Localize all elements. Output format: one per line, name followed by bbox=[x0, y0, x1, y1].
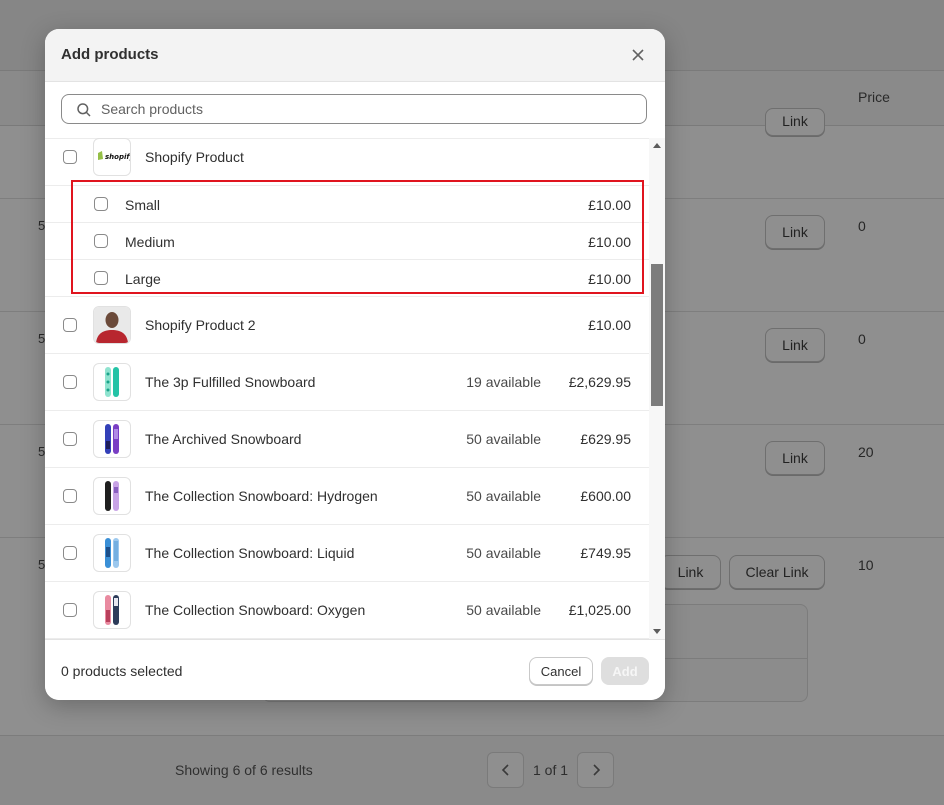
row-price: 0 bbox=[858, 331, 866, 347]
product-price: £1,025.00 bbox=[568, 602, 631, 618]
availability-text: 50 available bbox=[466, 602, 541, 618]
product-checkbox[interactable] bbox=[63, 150, 77, 164]
product-checkbox[interactable] bbox=[63, 546, 77, 560]
variant-checkbox[interactable] bbox=[94, 197, 108, 211]
availability-text: 50 available bbox=[466, 545, 541, 561]
snowboard-black-lilac-icon bbox=[93, 477, 131, 515]
product-price: £629.95 bbox=[580, 431, 631, 447]
shopify-logo-icon: shopify bbox=[93, 138, 131, 176]
selected-count: 0 products selected bbox=[61, 663, 183, 679]
page-indicator: 1 of 1 bbox=[533, 762, 569, 778]
row-price: 0 bbox=[858, 218, 866, 234]
modal-footer: 0 products selected Cancel Add bbox=[45, 639, 665, 700]
product-price: £2,629.95 bbox=[568, 374, 631, 390]
product-checkbox[interactable] bbox=[63, 318, 77, 332]
close-icon[interactable] bbox=[630, 47, 646, 63]
chevron-left-icon bbox=[501, 764, 509, 776]
product-row-collection-oxygen[interactable]: The Collection Snowboard: Oxygen 50 avai… bbox=[45, 582, 649, 639]
variant-name: Medium bbox=[125, 234, 175, 250]
price-column-header: Price bbox=[858, 89, 890, 105]
product-row-shopify-product[interactable]: shopify Shopify Product bbox=[45, 138, 649, 186]
availability-text: 50 available bbox=[466, 488, 541, 504]
scroll-up-arrow-icon[interactable] bbox=[653, 143, 661, 148]
availability-text: 50 available bbox=[466, 431, 541, 447]
link-button[interactable]: Link bbox=[765, 441, 825, 475]
variant-name: Large bbox=[125, 271, 161, 287]
link-button[interactable]: Link bbox=[765, 328, 825, 362]
variant-checkbox[interactable] bbox=[94, 234, 108, 248]
product-name: The Archived Snowboard bbox=[145, 431, 302, 447]
scrollbar-thumb[interactable] bbox=[651, 264, 663, 406]
product-row-collection-hydrogen[interactable]: The Collection Snowboard: Hydrogen 50 av… bbox=[45, 468, 649, 525]
link-button[interactable]: Link bbox=[765, 215, 825, 249]
variant-row-medium[interactable]: Medium £10.00 bbox=[45, 223, 649, 260]
person-photo-icon bbox=[93, 306, 131, 344]
table-footer bbox=[0, 735, 944, 805]
variant-price: £10.00 bbox=[588, 234, 631, 250]
product-name: The Collection Snowboard: Hydrogen bbox=[145, 488, 378, 504]
snowboard-teal-icon bbox=[93, 363, 131, 401]
variant-name: Small bbox=[125, 197, 161, 213]
svg-text:shopify: shopify bbox=[105, 153, 130, 161]
search-field[interactable] bbox=[61, 94, 647, 124]
link-button[interactable]: Link bbox=[765, 108, 825, 136]
search-bar bbox=[45, 82, 665, 139]
variant-row-large[interactable]: Large £10.00 bbox=[45, 260, 649, 297]
snowboard-pink-icon bbox=[93, 591, 131, 629]
search-icon bbox=[77, 103, 91, 117]
previous-page-button[interactable] bbox=[487, 752, 524, 788]
modal-header: Add products bbox=[45, 29, 665, 82]
product-price: £749.95 bbox=[580, 545, 631, 561]
product-price: £10.00 bbox=[588, 317, 631, 333]
product-row-archived-snowboard[interactable]: The Archived Snowboard 50 available £629… bbox=[45, 411, 649, 468]
variant-price: £10.00 bbox=[588, 197, 631, 213]
product-checkbox[interactable] bbox=[63, 603, 77, 617]
product-name: The 3p Fulfilled Snowboard bbox=[145, 374, 316, 390]
scroll-down-arrow-icon[interactable] bbox=[653, 629, 661, 634]
product-price: £600.00 bbox=[580, 488, 631, 504]
add-products-modal: Add products shopify Shopify Product Sma… bbox=[45, 29, 665, 700]
product-list: shopify Shopify Product Small £10.00 Med… bbox=[45, 138, 649, 639]
product-row-collection-liquid[interactable]: The Collection Snowboard: Liquid 50 avai… bbox=[45, 525, 649, 582]
product-row-3p-fulfilled-snowboard[interactable]: The 3p Fulfilled Snowboard 19 available … bbox=[45, 354, 649, 411]
clear-link-button[interactable]: Clear Link bbox=[729, 555, 825, 589]
variant-checkbox[interactable] bbox=[94, 271, 108, 285]
row-price: 10 bbox=[858, 557, 874, 573]
product-checkbox[interactable] bbox=[63, 489, 77, 503]
product-row-shopify-product-2[interactable]: Shopify Product 2 £10.00 bbox=[45, 297, 649, 354]
product-name: Shopify Product 2 bbox=[145, 317, 256, 333]
product-name: The Collection Snowboard: Oxygen bbox=[145, 602, 366, 618]
search-input[interactable] bbox=[101, 100, 631, 118]
variant-price: £10.00 bbox=[588, 271, 631, 287]
product-checkbox[interactable] bbox=[63, 375, 77, 389]
modal-title: Add products bbox=[61, 46, 159, 63]
snowboard-purple-icon bbox=[93, 420, 131, 458]
product-name: Shopify Product bbox=[145, 149, 244, 165]
results-count: Showing 6 of 6 results bbox=[175, 762, 313, 778]
scrollbar[interactable] bbox=[649, 138, 665, 639]
product-checkbox[interactable] bbox=[63, 432, 77, 446]
chevron-right-icon bbox=[592, 764, 600, 776]
cancel-button[interactable]: Cancel bbox=[529, 657, 593, 685]
add-button[interactable]: Add bbox=[601, 657, 649, 685]
snowboard-blue-icon bbox=[93, 534, 131, 572]
variant-row-small[interactable]: Small £10.00 bbox=[45, 186, 649, 223]
link-button[interactable]: Link bbox=[660, 555, 721, 589]
product-name: The Collection Snowboard: Liquid bbox=[145, 545, 355, 561]
row-price: 20 bbox=[858, 444, 874, 460]
next-page-button[interactable] bbox=[577, 752, 614, 788]
availability-text: 19 available bbox=[466, 374, 541, 390]
